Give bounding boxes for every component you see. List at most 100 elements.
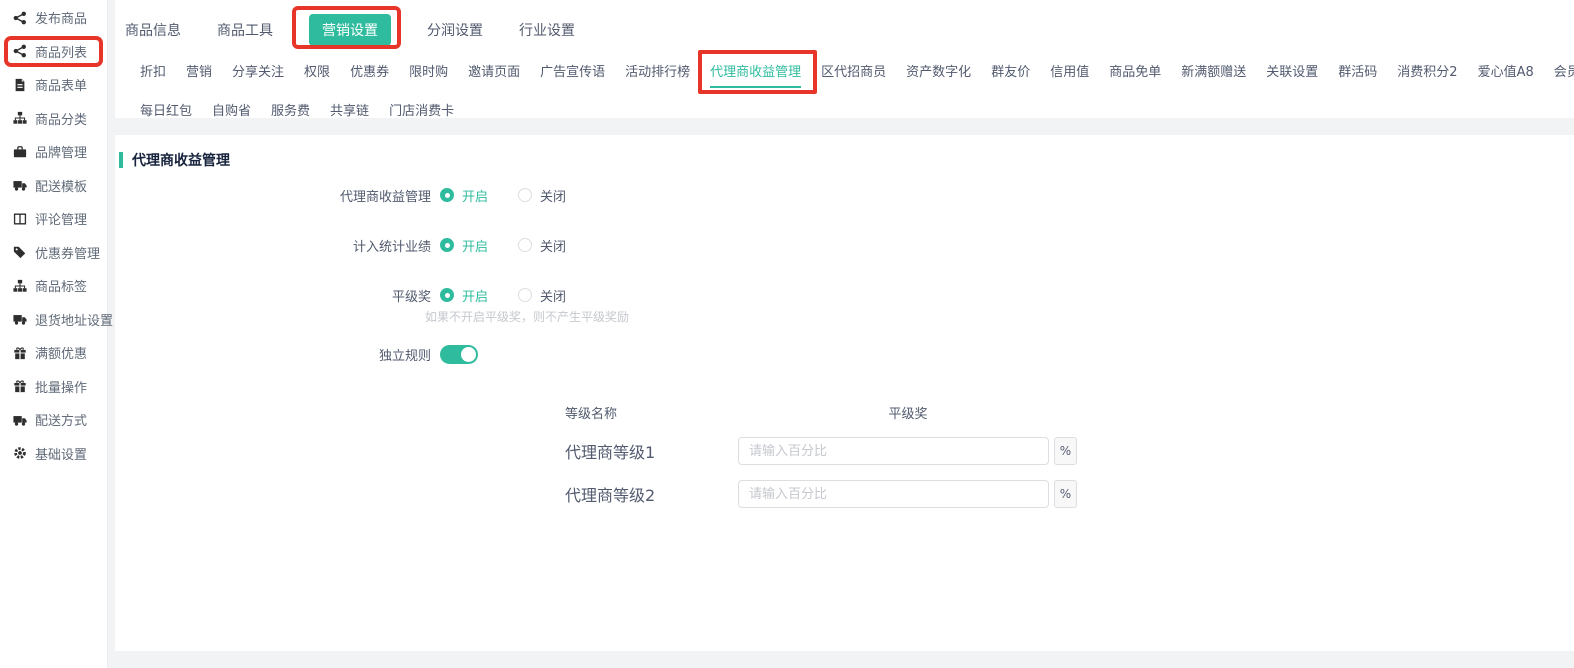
- sidebar-item-full-discount[interactable]: 满额优惠: [0, 336, 107, 370]
- tab-ad-slogan[interactable]: 广告宣传语: [540, 61, 605, 80]
- radio-checked-icon: [440, 188, 454, 202]
- peer-award-help-text: 如果不开启平级奖，则不产生平级奖励: [425, 308, 1574, 326]
- radio-close[interactable]: 关闭: [518, 286, 566, 305]
- table-header-row: 等级名称 平级奖: [565, 402, 1205, 422]
- sidebar-item-label: 退货地址设置: [35, 310, 113, 329]
- tab-daily-redpacket[interactable]: 每日红包: [140, 100, 192, 118]
- sidebar-item-basic-settings[interactable]: 基础设置: [0, 437, 107, 471]
- form-label: 计入统计业绩: [115, 236, 440, 255]
- radio-open[interactable]: 开启: [440, 236, 488, 255]
- percent-suffix: %: [1054, 480, 1077, 508]
- tab-asset-digitization[interactable]: 资产数字化: [906, 61, 971, 80]
- tab-credit-value[interactable]: 信用值: [1050, 61, 1089, 80]
- tab-new-full-gift[interactable]: 新满额赠送: [1181, 61, 1246, 80]
- radio-close[interactable]: 关闭: [518, 186, 566, 205]
- sidebar-item-brand-management[interactable]: 品牌管理: [0, 135, 107, 169]
- briefcase-icon: [13, 145, 27, 159]
- tab-invite-page[interactable]: 邀请页面: [468, 61, 520, 80]
- radio-close[interactable]: 关闭: [518, 236, 566, 255]
- form-row-agent-income: 代理商收益管理 开启 关闭: [115, 170, 1574, 220]
- truck-icon: [13, 178, 27, 192]
- tab-agent-income-management[interactable]: 代理商收益管理: [710, 61, 801, 88]
- file-icon: [13, 78, 27, 92]
- table-row: 代理商等级1 %: [565, 437, 1205, 465]
- tab-store-consume-card[interactable]: 门店消费卡: [389, 100, 454, 118]
- tab-service-fee[interactable]: 服务费: [271, 100, 310, 118]
- tab-industry-settings[interactable]: 行业设置: [519, 20, 575, 40]
- tab-self-purchase-save[interactable]: 自购省: [212, 100, 251, 118]
- tab-product-tools[interactable]: 商品工具: [217, 20, 273, 40]
- sidebar-item-label: 配送方式: [35, 410, 87, 429]
- form-label: 独立规则: [115, 345, 440, 364]
- tab-permission[interactable]: 权限: [304, 61, 330, 80]
- tab-product-info[interactable]: 商品信息: [125, 20, 181, 40]
- tab-group-qr[interactable]: 群活码: [1338, 61, 1377, 80]
- tab-love-value-a8[interactable]: 爱心值A8: [1478, 61, 1534, 80]
- secondary-tabs: 折扣 营销 分享关注 权限 优惠券 限时购 邀请页面 广告宣传语 活动排行榜 代…: [115, 45, 1574, 88]
- settings-form: 代理商收益管理 开启 关闭 计入统计业绩: [115, 170, 1574, 508]
- sidebar-item-delivery-method[interactable]: 配送方式: [0, 403, 107, 437]
- sidebar-item-delivery-template[interactable]: 配送模板: [0, 169, 107, 203]
- sidebar-item-return-address[interactable]: 退货地址设置: [0, 303, 107, 337]
- level-table: 等级名称 平级奖 代理商等级1 % 代理商等级2 %: [565, 402, 1205, 508]
- tab-member[interactable]: 会员: [1554, 61, 1574, 80]
- tab-district-agent-recruit[interactable]: 区代招商员: [821, 61, 886, 80]
- sidebar-item-batch-operation[interactable]: 批量操作: [0, 370, 107, 404]
- primary-tabs: 商品信息 商品工具 营销设置 分润设置 行业设置: [115, 0, 1574, 45]
- tab-share-follow[interactable]: 分享关注: [232, 61, 284, 80]
- sidebar-item-label: 商品标签: [35, 276, 87, 295]
- tab-marketing-settings-wrap: 营销设置: [309, 14, 391, 46]
- radio-unchecked-icon: [518, 238, 532, 252]
- tabs-panel: 商品信息 商品工具 营销设置 分润设置 行业设置 折扣 营销 分享关注 权限 优…: [115, 0, 1574, 118]
- sidebar-item-product-list[interactable]: 商品列表: [0, 35, 107, 69]
- percent-input[interactable]: [738, 480, 1049, 508]
- share-icon: [13, 11, 27, 25]
- percent-input[interactable]: [738, 437, 1049, 465]
- tab-group-friend-price[interactable]: 群友价: [991, 61, 1030, 80]
- sitemap-icon: [13, 279, 27, 293]
- table-header-peer-award: 平级奖: [738, 403, 1078, 422]
- independent-rule-toggle[interactable]: [440, 345, 478, 364]
- tab-coupon[interactable]: 优惠券: [350, 61, 389, 80]
- radio-open[interactable]: 开启: [440, 286, 488, 305]
- sidebar-item-product-form[interactable]: 商品表单: [0, 68, 107, 102]
- sidebar-item-comment-management[interactable]: 评论管理: [0, 202, 107, 236]
- tab-profit-settings[interactable]: 分润设置: [427, 20, 483, 40]
- sidebar-item-label: 商品分类: [35, 109, 87, 128]
- tab-activity-ranking[interactable]: 活动排行榜: [625, 61, 690, 80]
- columns-icon: [13, 212, 27, 226]
- radio-checked-icon: [440, 238, 454, 252]
- radio-checked-icon: [440, 288, 454, 302]
- tab-discount[interactable]: 折扣: [140, 61, 166, 80]
- sidebar-item-label: 品牌管理: [35, 142, 87, 161]
- tab-consume-points2[interactable]: 消费积分2: [1397, 61, 1457, 80]
- form-label: 平级奖: [115, 286, 440, 305]
- sidebar-item-product-tag[interactable]: 商品标签: [0, 269, 107, 303]
- sidebar-item-product-category[interactable]: 商品分类: [0, 102, 107, 136]
- percent-input-group: %: [738, 437, 1077, 465]
- radio-group: 开启 关闭: [440, 186, 566, 205]
- tab-agent-income-wrap: 代理商收益管理: [710, 61, 801, 88]
- tab-share-chain[interactable]: 共享链: [330, 100, 369, 118]
- percent-suffix: %: [1054, 437, 1077, 465]
- tab-association-settings[interactable]: 关联设置: [1266, 61, 1318, 80]
- tab-marketing-settings[interactable]: 营销设置: [309, 14, 391, 46]
- sitemap-icon: [13, 111, 27, 125]
- section-title-text: 代理商收益管理: [132, 150, 230, 170]
- gift-icon: [13, 346, 27, 360]
- radio-unchecked-icon: [518, 288, 532, 302]
- radio-open[interactable]: 开启: [440, 186, 488, 205]
- tab-marketing[interactable]: 营销: [186, 61, 212, 80]
- sidebar-item-label: 满额优惠: [35, 343, 87, 362]
- sidebar-item-label: 评论管理: [35, 209, 87, 228]
- truck-icon: [13, 312, 27, 326]
- tab-flash-sale[interactable]: 限时购: [409, 61, 448, 80]
- section-title-bar: [119, 152, 123, 168]
- sidebar-item-label: 商品表单: [35, 75, 87, 94]
- sidebar-item-coupon-management[interactable]: 优惠券管理: [0, 236, 107, 270]
- truck-icon: [13, 413, 27, 427]
- level-name: 代理商等级2: [565, 482, 738, 506]
- sidebar-item-publish-product[interactable]: 发布商品: [0, 1, 107, 35]
- tab-product-free[interactable]: 商品免单: [1109, 61, 1161, 80]
- radio-unchecked-icon: [518, 188, 532, 202]
